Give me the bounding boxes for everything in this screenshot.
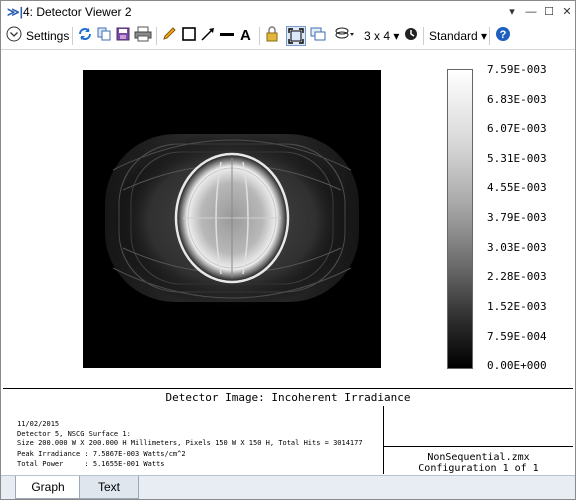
plot-area: 7.59E-003 6.83E-003 6.07E-003 5.31E-003 … <box>3 50 573 388</box>
detector-viewer-window: ≫| 4: Detector Viewer 2 ▾ — ☐ ✕ Settings <box>0 0 576 500</box>
pencil-icon[interactable] <box>161 26 177 46</box>
info-peak-irradiance: Peak Irradiance : 7.5867E-003 Watts/cm^2 <box>17 450 186 458</box>
info-size: Size 200.000 W X 200.000 H Millimeters, … <box>17 439 363 447</box>
tab-text[interactable]: Text <box>79 476 139 499</box>
info-total-power: Total Power : 5.1655E-001 Watts <box>17 460 165 468</box>
style-dropdown-label: Standard <box>429 29 478 43</box>
print-icon[interactable] <box>134 26 152 46</box>
layers-icon[interactable] <box>334 26 356 46</box>
line-icon[interactable] <box>219 26 235 46</box>
config-divider <box>384 446 573 447</box>
colorbar-tick-label: 0.00E+000 <box>487 359 547 372</box>
plot-caption: Detector Image: Incoherent Irradiance <box>3 388 573 407</box>
save-icon[interactable] <box>115 26 131 46</box>
toolbar-divider <box>156 27 157 45</box>
toolbar-divider <box>489 27 490 45</box>
info-detector: Detector 5, NSCG Surface 1: <box>17 430 131 438</box>
tab-graph[interactable]: Graph <box>15 476 81 499</box>
colorbar-tick-label: 1.52E-003 <box>487 300 547 313</box>
clock-icon[interactable] <box>403 26 419 46</box>
colorbar-tick-label: 2.28E-003 <box>487 270 547 283</box>
info-panel: 11/02/2015 Detector 5, NSCG Surface 1: S… <box>3 406 384 474</box>
toolbar-divider <box>72 27 73 45</box>
window-app-icon: ≫| <box>7 5 23 19</box>
colorbar-tick-label: 3.03E-003 <box>487 241 547 254</box>
svg-text:?: ? <box>500 29 507 41</box>
settings-button[interactable]: Settings <box>26 26 69 46</box>
minimize-button[interactable]: — <box>523 4 539 20</box>
colorbar-tick-label: 5.31E-003 <box>487 152 547 165</box>
colorbar-tick-label: 4.55E-003 <box>487 181 547 194</box>
colorbar <box>447 69 473 369</box>
colorbar-tick-label: 3.79E-003 <box>487 211 547 224</box>
toolbar-divider <box>423 27 424 45</box>
colorbar-tick-label: 7.59E-003 <box>487 63 547 76</box>
detector-irradiance-image <box>83 70 381 368</box>
text-icon[interactable]: A <box>240 26 251 46</box>
config-number: Configuration 1 of 1 <box>418 463 539 474</box>
style-dropdown[interactable]: Standard ▾ <box>429 26 487 46</box>
toolbar: Settings A 3 x 4 ▾ Standard ▾ ? <box>1 23 575 50</box>
close-icon[interactable]: ✕ <box>559 4 575 20</box>
layout-dropdown[interactable]: 3 x 4 ▾ <box>364 26 399 46</box>
restore-icon[interactable]: ☐ <box>541 4 557 20</box>
copy-icon[interactable] <box>96 26 112 46</box>
window-title: 4: Detector Viewer 2 <box>23 5 132 19</box>
chevron-down-circle-icon[interactable] <box>6 26 22 46</box>
config-panel: NonSequential.zmx Configuration 1 of 1 <box>384 406 573 474</box>
config-file-name: NonSequential.zmx <box>427 452 530 463</box>
colorbar-tick-label: 6.07E-003 <box>487 122 547 135</box>
colorbar-tick-label: 6.83E-003 <box>487 93 547 106</box>
windows-icon[interactable] <box>310 26 326 46</box>
title-bar: ≫| 4: Detector Viewer 2 ▾ — ☐ ✕ <box>1 1 575 23</box>
arrow-icon[interactable] <box>200 26 216 46</box>
refresh-icon[interactable] <box>77 26 93 46</box>
info-date: 11/02/2015 <box>17 420 60 428</box>
minimize-icon[interactable]: ▾ <box>504 4 520 20</box>
rectangle-icon[interactable] <box>181 26 197 46</box>
help-icon[interactable]: ? <box>495 26 511 46</box>
toolbar-divider <box>259 27 260 45</box>
layout-dropdown-label: 3 x 4 <box>364 29 391 43</box>
view-tabs: Graph Text <box>1 475 575 499</box>
lock-icon[interactable] <box>265 26 279 46</box>
colorbar-tick-label: 7.59E-004 <box>487 330 547 343</box>
fit-icon[interactable] <box>286 26 306 46</box>
